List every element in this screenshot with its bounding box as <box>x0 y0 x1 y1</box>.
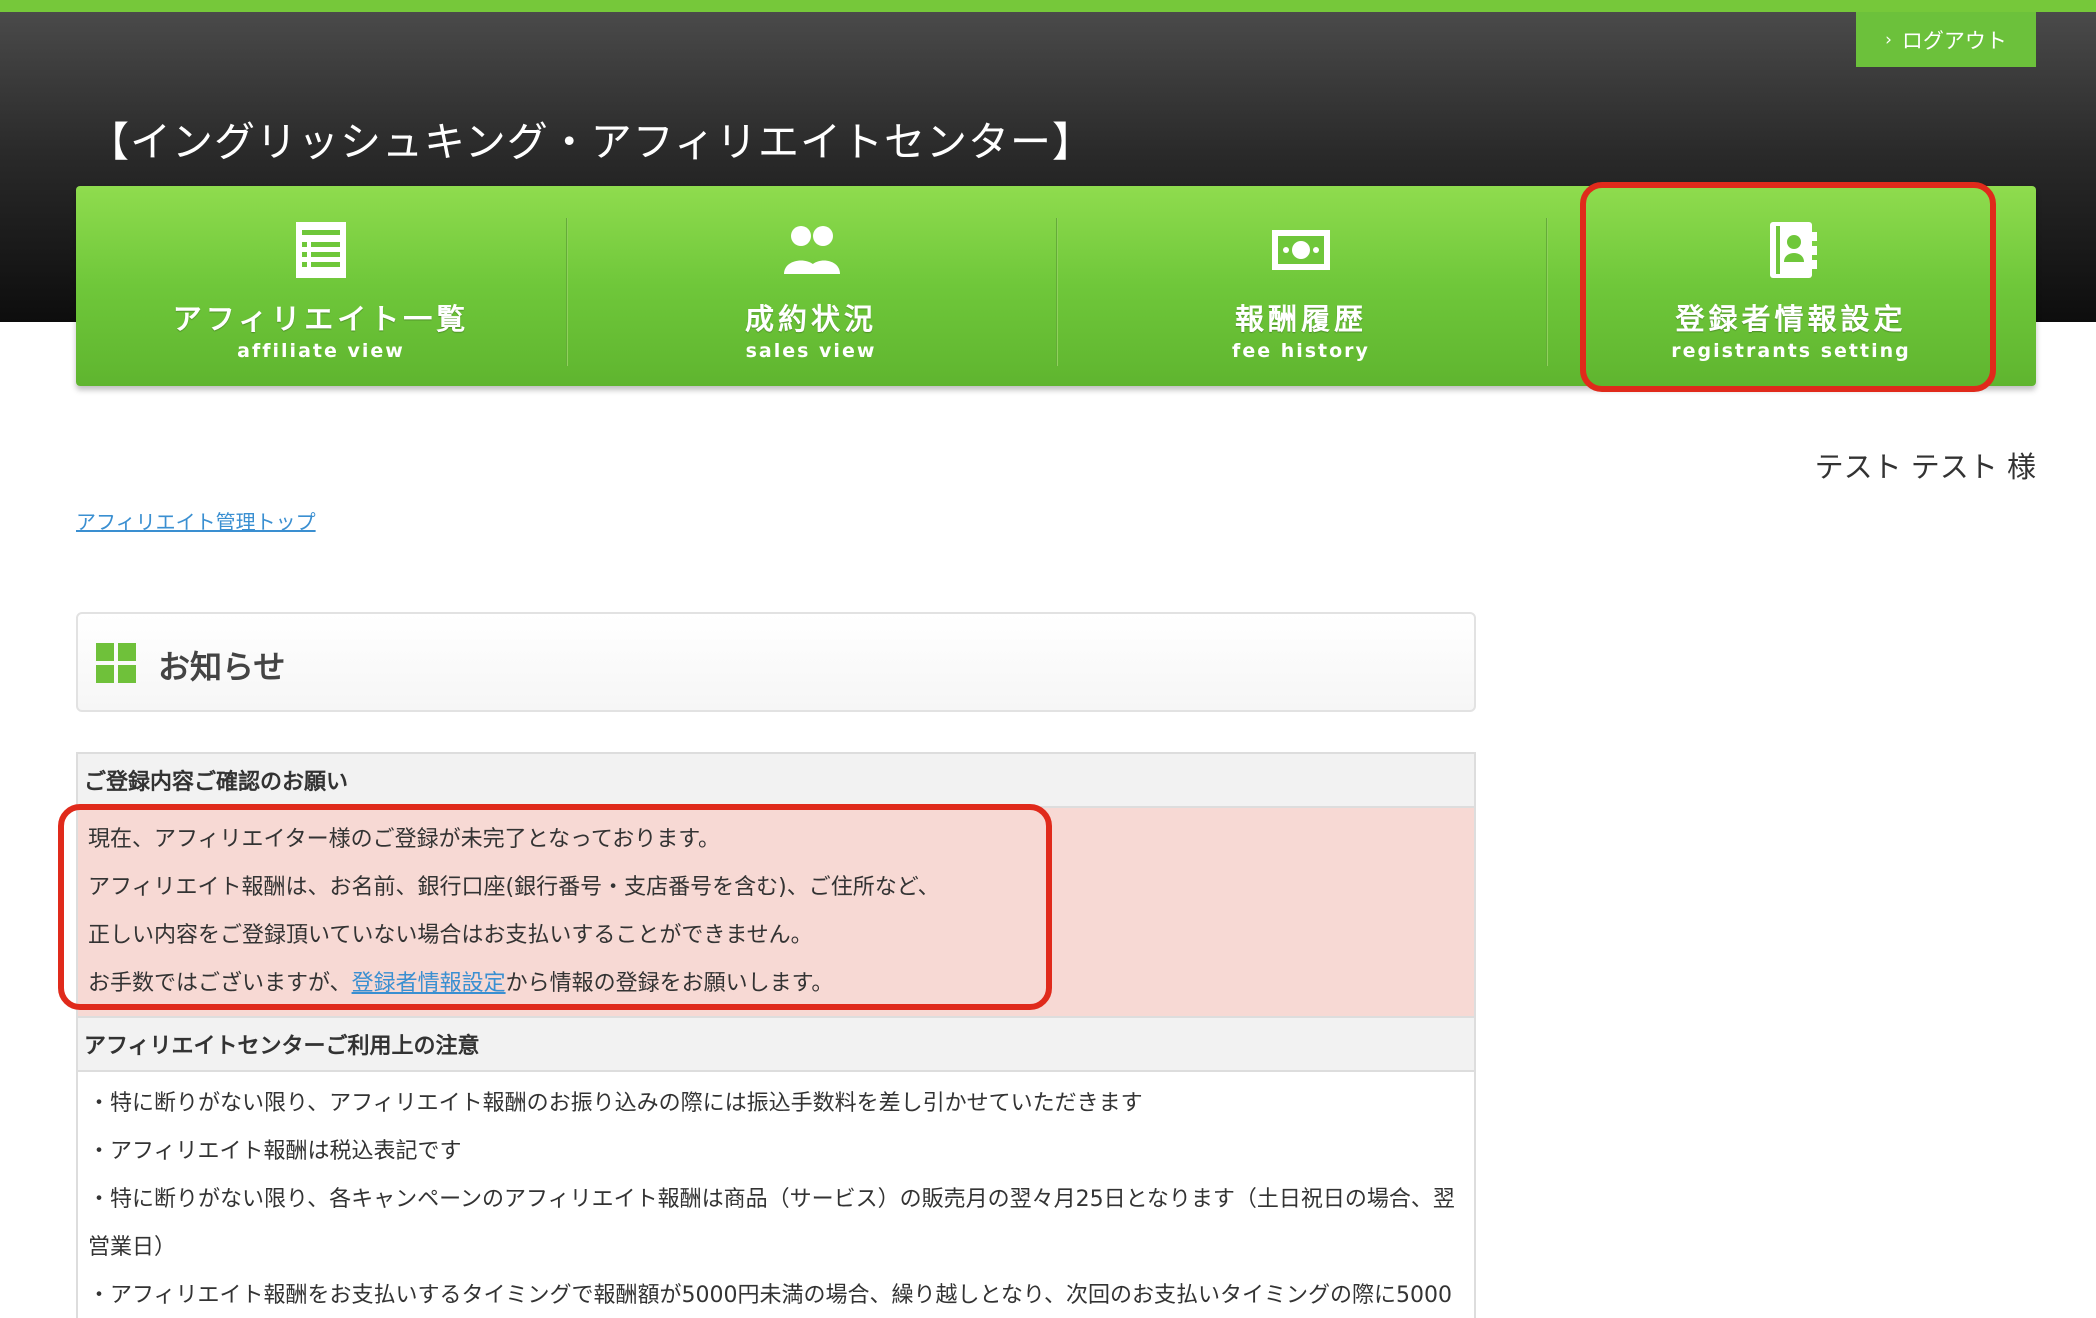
notice-title: お知らせ <box>158 648 286 686</box>
usage-heading: アフィリエイトセンターご利用上の注意 <box>78 1018 1474 1072</box>
notice-header: お知らせ <box>76 612 1476 712</box>
nav-fee-history-sublabel: fee history <box>1232 340 1370 362</box>
confirm-heading: ご登録内容ご確認のお願い <box>78 754 1474 808</box>
site-title: 【イングリッシュキング・アフィリエイトセンター】 <box>88 118 1094 166</box>
nav-sales-view-sublabel: sales view <box>745 340 877 362</box>
nav-affiliate-view-label: アフィリエイト一覧 <box>172 302 470 336</box>
chevron-right-icon: › <box>1885 29 1892 50</box>
confirm-message-highlight <box>58 804 1052 1010</box>
grid-icon <box>96 643 136 683</box>
nav-sales-view[interactable]: 成約状況 sales view <box>566 186 1056 386</box>
logout-label: ログアウト <box>1901 28 2007 53</box>
registrants-setting-highlight <box>1580 182 1996 392</box>
top-accent-bar <box>0 0 2096 12</box>
usage-note-2: ・アフィリエイト報酬は税込表記です <box>88 1139 462 1164</box>
nav-fee-history[interactable]: 報酬履歴 fee history <box>1056 186 1546 386</box>
nav-sales-view-label: 成約状況 <box>744 302 877 336</box>
nav-fee-history-label: 報酬履歴 <box>1234 302 1367 336</box>
usage-note-4: ・アフィリエイト報酬をお支払いするタイミングで報酬額が5000円未満の場合、繰り… <box>88 1283 1453 1308</box>
user-name: テスト テスト 様 <box>1814 450 2036 484</box>
nav-affiliate-view-sublabel: affiliate view <box>237 340 405 362</box>
usage-note-3: ・特に断りがない限り、各キャンペーンのアフィリエイト報酬は商品（サービス）の販売… <box>88 1187 1455 1260</box>
users-icon <box>784 226 840 274</box>
list-icon <box>296 222 346 278</box>
nav-affiliate-view[interactable]: アフィリエイト一覧 affiliate view <box>76 186 566 386</box>
breadcrumb-affiliate-top[interactable]: アフィリエイト管理トップ <box>76 506 316 535</box>
logout-button[interactable]: › ログアウト <box>1856 12 2036 67</box>
usage-note-1: ・特に断りがない限り、アフィリエイト報酬のお振り込みの際には振込手数料を差し引か… <box>88 1091 1143 1116</box>
usage-notes: ・特に断りがない限り、アフィリエイト報酬のお振り込みの際には振込手数料を差し引か… <box>78 1072 1474 1318</box>
money-icon <box>1272 230 1330 270</box>
